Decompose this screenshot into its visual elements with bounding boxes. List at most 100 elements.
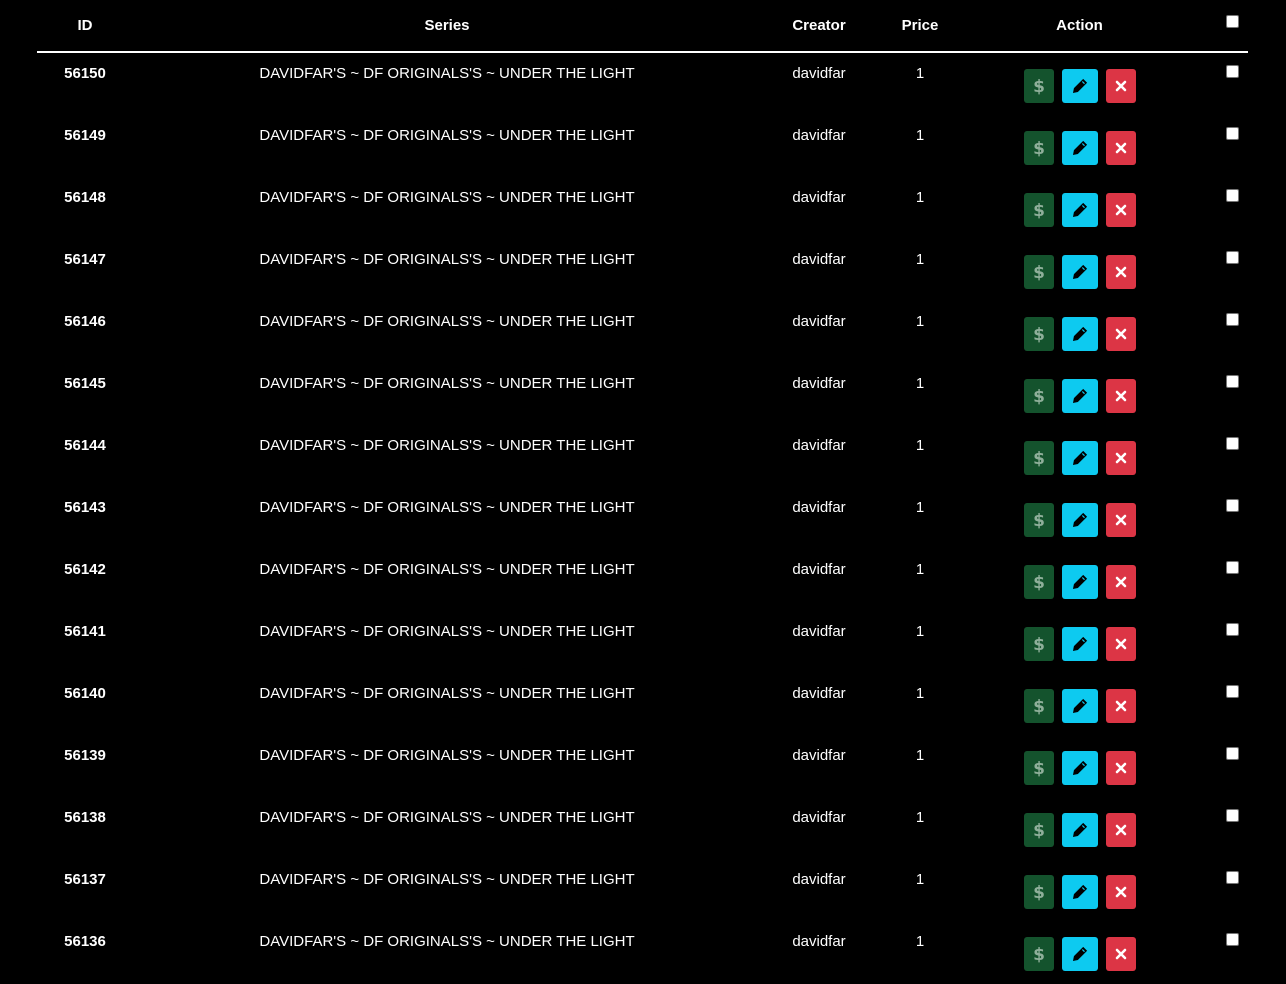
delete-button[interactable]: [1106, 441, 1136, 475]
row-creator: davidfar: [792, 251, 846, 268]
table-row: 56140 DAVIDFAR'S ~ DF ORIGINALS'S ~ UNDER…: [37, 673, 1248, 735]
cell-action: $: [963, 735, 1196, 797]
row-checkbox[interactable]: [1225, 375, 1239, 388]
edit-button[interactable]: [1062, 379, 1098, 413]
svg-text:$: $: [1033, 449, 1045, 467]
edit-button[interactable]: [1062, 937, 1098, 971]
row-checkbox[interactable]: [1225, 747, 1239, 760]
row-actions: $: [964, 487, 1196, 537]
cell-id: 56138: [37, 797, 133, 859]
sell-button[interactable]: $: [1024, 131, 1054, 165]
cell-creator: davidfar: [761, 115, 877, 177]
row-checkbox[interactable]: [1225, 251, 1239, 264]
cell-price: 1: [877, 52, 963, 115]
sell-button[interactable]: $: [1024, 565, 1054, 599]
cell-id: 56141: [37, 611, 133, 673]
edit-button[interactable]: [1062, 875, 1098, 909]
pencil-icon: [1072, 78, 1088, 94]
row-series: DAVIDFAR'S ~ DF ORIGINALS'S ~ UNDER THE …: [259, 437, 635, 454]
delete-button[interactable]: [1106, 689, 1136, 723]
delete-button[interactable]: [1106, 255, 1136, 289]
delete-button[interactable]: [1106, 503, 1136, 537]
delete-button[interactable]: [1106, 193, 1136, 227]
column-header-series[interactable]: Series: [133, 0, 761, 53]
edit-button[interactable]: [1062, 255, 1098, 289]
delete-button[interactable]: [1106, 627, 1136, 661]
cell-id: 56146: [37, 301, 133, 363]
svg-text:$: $: [1033, 697, 1045, 715]
row-id: 56146: [64, 313, 106, 330]
cell-price: 1: [877, 859, 963, 921]
edit-button[interactable]: [1062, 813, 1098, 847]
sell-button[interactable]: $: [1024, 627, 1054, 661]
row-creator: davidfar: [792, 933, 846, 950]
sell-button[interactable]: $: [1024, 813, 1054, 847]
row-checkbox[interactable]: [1225, 933, 1239, 946]
delete-button[interactable]: [1106, 131, 1136, 165]
edit-button[interactable]: [1062, 627, 1098, 661]
delete-button[interactable]: [1106, 379, 1136, 413]
row-creator: davidfar: [792, 65, 846, 82]
delete-button[interactable]: [1106, 565, 1136, 599]
row-checkbox[interactable]: [1225, 189, 1239, 202]
row-checkbox[interactable]: [1225, 871, 1239, 884]
sell-button[interactable]: $: [1024, 193, 1054, 227]
sell-button[interactable]: $: [1024, 441, 1054, 475]
sell-button[interactable]: $: [1024, 875, 1054, 909]
dollar-icon: $: [1032, 139, 1046, 157]
row-id: 56149: [64, 127, 106, 144]
svg-text:$: $: [1033, 945, 1045, 963]
svg-text:$: $: [1033, 883, 1045, 901]
sell-button[interactable]: $: [1024, 69, 1054, 103]
row-price: 1: [915, 685, 925, 702]
row-checkbox[interactable]: [1225, 809, 1239, 822]
row-checkbox[interactable]: [1225, 127, 1239, 140]
edit-button[interactable]: [1062, 689, 1098, 723]
sell-button[interactable]: $: [1024, 503, 1054, 537]
table-row: 56136 DAVIDFAR'S ~ DF ORIGINALS'S ~ UNDER…: [37, 921, 1248, 983]
row-checkbox[interactable]: [1225, 561, 1239, 574]
cell-price: 1: [877, 549, 963, 611]
row-checkbox[interactable]: [1225, 313, 1239, 326]
cell-id: 56147: [37, 239, 133, 301]
dollar-icon: $: [1032, 945, 1046, 963]
edit-button[interactable]: [1062, 69, 1098, 103]
svg-text:$: $: [1033, 77, 1045, 95]
delete-button[interactable]: [1106, 875, 1136, 909]
delete-button[interactable]: [1106, 317, 1136, 351]
sell-button[interactable]: $: [1024, 689, 1054, 723]
row-checkbox[interactable]: [1225, 65, 1239, 78]
edit-button[interactable]: [1062, 751, 1098, 785]
row-id: 56145: [64, 375, 106, 392]
sell-button[interactable]: $: [1024, 317, 1054, 351]
row-series: DAVIDFAR'S ~ DF ORIGINALS'S ~ UNDER THE …: [259, 561, 635, 578]
column-header-price[interactable]: Price: [877, 0, 963, 53]
row-series: DAVIDFAR'S ~ DF ORIGINALS'S ~ UNDER THE …: [259, 933, 635, 950]
edit-button[interactable]: [1062, 503, 1098, 537]
sell-button[interactable]: $: [1024, 937, 1054, 971]
edit-button[interactable]: [1062, 441, 1098, 475]
column-header-id[interactable]: ID: [37, 0, 133, 53]
column-header-creator[interactable]: Creator: [761, 0, 877, 53]
sell-button[interactable]: $: [1024, 379, 1054, 413]
pencil-icon: [1072, 326, 1088, 342]
sell-button[interactable]: $: [1024, 751, 1054, 785]
select-all-checkbox[interactable]: [1225, 15, 1239, 28]
svg-text:$: $: [1033, 263, 1045, 281]
close-icon: [1115, 514, 1127, 526]
row-checkbox[interactable]: [1225, 623, 1239, 636]
row-checkbox[interactable]: [1225, 499, 1239, 512]
row-series: DAVIDFAR'S ~ DF ORIGINALS'S ~ UNDER THE …: [259, 499, 635, 516]
sell-button[interactable]: $: [1024, 255, 1054, 289]
delete-button[interactable]: [1106, 751, 1136, 785]
edit-button[interactable]: [1062, 317, 1098, 351]
edit-button[interactable]: [1062, 565, 1098, 599]
row-checkbox[interactable]: [1225, 685, 1239, 698]
edit-button[interactable]: [1062, 193, 1098, 227]
pencil-icon: [1072, 512, 1088, 528]
delete-button[interactable]: [1106, 813, 1136, 847]
delete-button[interactable]: [1106, 937, 1136, 971]
delete-button[interactable]: [1106, 69, 1136, 103]
row-checkbox[interactable]: [1225, 437, 1239, 450]
edit-button[interactable]: [1062, 131, 1098, 165]
